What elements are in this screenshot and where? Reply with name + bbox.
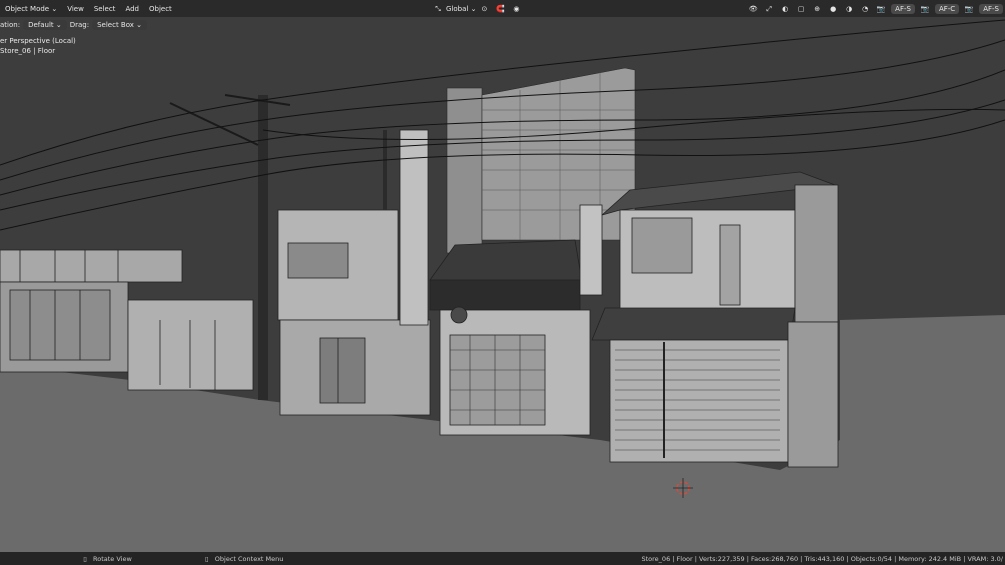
- viewport-3d[interactable]: [0, 0, 1005, 552]
- xray-icon[interactable]: ▢: [796, 4, 806, 14]
- drag-dropdown[interactable]: Select Box: [92, 19, 148, 30]
- rotate-view-hint: Rotate View: [93, 554, 132, 563]
- transform-orientation-dropdown[interactable]: Global: [446, 5, 476, 13]
- active-object-label: Store_06 | Floor: [0, 47, 56, 55]
- camera-icon[interactable]: 📷: [876, 4, 886, 14]
- mouse-right-icon: ▯: [204, 554, 209, 563]
- orientation-dropdown[interactable]: Default: [23, 19, 67, 30]
- menu-add[interactable]: Add: [120, 5, 144, 13]
- af-s-badge[interactable]: AF-S: [891, 3, 915, 14]
- overlay-icon[interactable]: ◐: [780, 4, 790, 14]
- orientation-label: ation:: [0, 20, 21, 29]
- tool-settings: ation: Default Drag: Select Box: [0, 17, 1005, 32]
- building-right: [591, 171, 839, 468]
- perspective-label: er Perspective (Local): [0, 37, 76, 45]
- pivot-icon[interactable]: ⊙: [479, 4, 489, 14]
- shading-material-icon[interactable]: ◑: [844, 4, 854, 14]
- mouse-icon: ▯: [83, 554, 87, 563]
- header-right-tools: 👁 ⤢ ◐ ▢ ⊕ ● ◑ ◔ 📷 AF-S 📷 AF-C 📷 AF-S: [745, 0, 1005, 17]
- menu-view[interactable]: View: [62, 5, 89, 13]
- mode-dropdown[interactable]: Object Mode: [0, 5, 62, 13]
- gizmo-icon[interactable]: ⤢: [764, 4, 774, 14]
- menu-select[interactable]: Select: [89, 5, 121, 13]
- camera-icon-3[interactable]: 📷: [964, 4, 974, 14]
- drag-label: Drag:: [69, 20, 90, 29]
- context-menu-hint: Object Context Menu: [214, 554, 284, 563]
- shading-solid-icon[interactable]: ●: [828, 4, 838, 14]
- snap-icon[interactable]: 🧲: [495, 4, 505, 14]
- camera-icon-2[interactable]: 📷: [920, 4, 930, 14]
- orientation-icon: ⤡: [435, 4, 441, 13]
- shading-render-icon[interactable]: ◔: [860, 4, 870, 14]
- af-s-badge-2[interactable]: AF-S: [979, 3, 1003, 14]
- menu-object[interactable]: Object: [144, 5, 177, 13]
- shading-wire-icon[interactable]: ⊕: [812, 4, 822, 14]
- transform-tools: ⤡ Global ⊙ 🧲 ◉: [430, 0, 524, 17]
- proportional-icon[interactable]: ◉: [511, 4, 521, 14]
- visibility-icon[interactable]: 👁: [748, 4, 758, 14]
- status-bar: ▯ Rotate View ▯ Object Context Menu Stor…: [0, 552, 1005, 565]
- scene-stats: Store_06 | Floor | Verts:227,359 | Faces…: [641, 554, 1004, 563]
- af-c-badge[interactable]: AF-C: [934, 3, 960, 14]
- tower-mesh: [446, 67, 636, 254]
